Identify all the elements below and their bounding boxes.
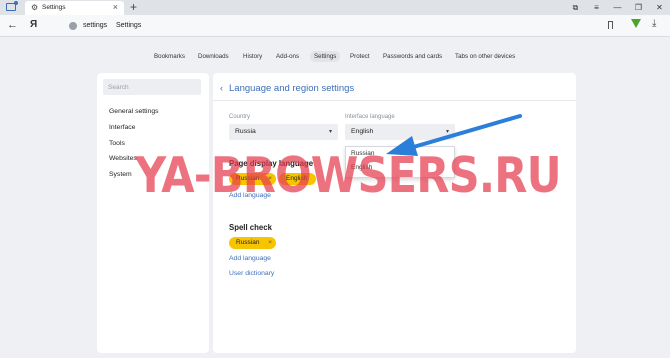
close-icon[interactable]: × — [268, 173, 272, 185]
menu-icon[interactable]: ≡ — [586, 0, 607, 15]
tabs-overview-icon[interactable] — [6, 1, 18, 11]
add-language-link[interactable]: Add language — [229, 255, 271, 262]
nav-bookmarks[interactable]: Bookmarks — [154, 51, 185, 62]
nav-passwords-and-cards[interactable]: Passwords and cards — [383, 51, 442, 62]
chip-label: Russian — [236, 175, 260, 182]
minimize-button[interactable]: — — [607, 0, 628, 15]
page-title[interactable]: Language and region settings — [229, 83, 354, 94]
search-input[interactable] — [103, 79, 201, 95]
settings-sidebar: General settings Interface Tools Website… — [97, 73, 209, 353]
nav-tabs-other-devices[interactable]: Tabs on other devices — [455, 51, 515, 62]
tab-settings[interactable]: ⚙ Settings × — [25, 1, 124, 15]
interface-language-select[interactable]: English ▾ — [345, 124, 455, 140]
country-value: Russia — [235, 128, 256, 135]
chevron-left-icon[interactable]: ‹ — [220, 83, 223, 93]
url-text: settings — [83, 22, 108, 29]
tab-title: Settings — [42, 4, 66, 11]
settings-nav: Bookmarks Downloads History Add-ons Sett… — [0, 49, 670, 63]
divider — [213, 100, 576, 101]
page-display-language-title: Page display language — [229, 159, 314, 168]
language-settings-panel: ‹ Language and region settings Country R… — [213, 73, 576, 353]
country-label: Country — [229, 114, 251, 120]
chip-russian: Russian × — [229, 237, 276, 249]
language-dropdown: Russian English — [345, 146, 455, 178]
address-bar[interactable]: settings Settings — [66, 18, 619, 34]
chip-label: English — [286, 175, 308, 182]
url-page-title: Settings — [116, 22, 142, 29]
back-arrow-icon[interactable]: ← — [7, 19, 18, 31]
sidebar-item-system[interactable]: System — [109, 171, 132, 178]
sidebar-item-tools[interactable]: Tools — [109, 140, 125, 147]
interface-language-label: Interface language — [345, 114, 395, 120]
chip-english: English — [279, 173, 316, 185]
close-icon[interactable]: × — [268, 237, 272, 249]
gear-icon: ⚙ — [31, 3, 39, 12]
country-select[interactable]: Russia ▾ — [229, 124, 338, 140]
window-switch-icon[interactable]: ⧉ — [565, 0, 586, 15]
nav-addons[interactable]: Add-ons — [276, 51, 299, 62]
bookmark-icon[interactable] — [608, 21, 613, 29]
address-toolbar: ← Я settings Settings ⤓ — [0, 15, 670, 37]
add-language-link[interactable]: Add language — [229, 192, 271, 199]
nav-protect[interactable]: Protect — [350, 51, 370, 62]
sidebar-item-general[interactable]: General settings — [109, 108, 159, 115]
title-bar: ⚙ Settings × + ⧉ ≡ — ❐ ✕ — [0, 0, 670, 15]
dropdown-option-english[interactable]: English — [351, 164, 372, 171]
sidebar-item-interface[interactable]: Interface — [109, 124, 135, 131]
yandex-logo[interactable]: Я — [30, 19, 37, 31]
sidebar-item-websites[interactable]: Websites — [109, 155, 137, 162]
nav-downloads[interactable]: Downloads — [198, 51, 229, 62]
new-tab-button[interactable]: + — [130, 0, 137, 14]
nav-history[interactable]: History — [243, 51, 262, 62]
interface-language-value: English — [351, 128, 374, 135]
close-window-button[interactable]: ✕ — [649, 0, 670, 15]
window-controls: ⧉ ≡ — ❐ ✕ — [565, 0, 670, 15]
restore-button[interactable]: ❐ — [628, 0, 649, 15]
chevron-down-icon: ▾ — [445, 129, 449, 135]
user-dictionary-link[interactable]: User dictionary — [229, 270, 274, 277]
spell-check-title: Spell check — [229, 223, 272, 232]
nav-settings[interactable]: Settings — [310, 51, 341, 62]
chevron-down-icon: ▾ — [328, 129, 332, 135]
downloads-icon[interactable]: ⤓ — [652, 18, 656, 30]
chip-russian: Russian × — [229, 173, 276, 185]
extension-icon[interactable] — [631, 19, 641, 28]
close-icon[interactable]: × — [113, 2, 118, 13]
chip-label: Russian — [236, 239, 260, 246]
site-info-icon[interactable] — [69, 22, 77, 30]
dropdown-option-russian[interactable]: Russian — [351, 150, 374, 157]
